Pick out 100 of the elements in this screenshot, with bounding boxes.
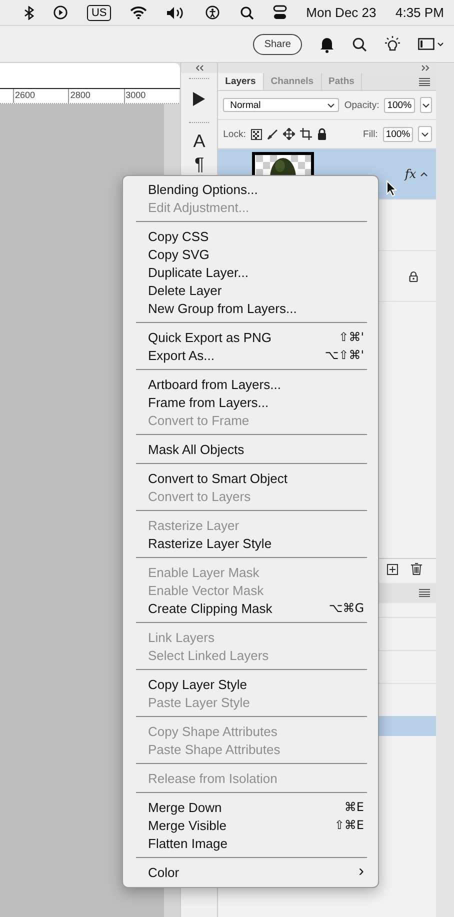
menu-item[interactable]: Frame from Layers... <box>123 393 378 411</box>
blend-mode-dropdown[interactable]: Normal <box>223 98 340 112</box>
share-button[interactable]: Share <box>253 34 302 54</box>
caret-icon <box>422 102 430 108</box>
collapse-icon[interactable] <box>194 65 204 71</box>
opacity-dropdown[interactable] <box>420 97 432 113</box>
menu-item[interactable]: New Group from Layers... <box>123 299 378 317</box>
menu-item-label: Paste Shape Attributes <box>148 742 282 756</box>
menu-item-label: Edit Adjustment... <box>148 200 250 214</box>
menu-bar-date[interactable]: Mon Dec 23 <box>306 5 376 20</box>
menu-item-label: Select Linked Layers <box>148 648 270 662</box>
menu-item-label: Merge Visible <box>148 818 228 832</box>
effects-badge[interactable]: fx <box>404 167 416 181</box>
panel-tab[interactable]: Layers <box>218 73 264 90</box>
menu-item[interactable]: Rasterize Layer Style <box>123 534 378 552</box>
menu-item[interactable]: Export As... ⌥⇧⌘' <box>123 346 378 364</box>
menu-item[interactable]: Convert to Smart Object <box>123 469 378 487</box>
menu-item-label: Convert to Layers <box>148 488 252 504</box>
menu-item[interactable]: Merge Down ⌘E <box>123 798 378 816</box>
menu-item-label: Duplicate Layer... <box>148 264 250 280</box>
menu-item[interactable]: Delete Layer <box>123 281 378 299</box>
menu-item-label: Copy Shape Attributes <box>148 724 278 738</box>
menu-item-label: Rasterize Layer <box>148 518 240 532</box>
lock-label: Lock: <box>223 128 246 140</box>
play-icon[interactable] <box>192 91 206 107</box>
menu-item[interactable]: Color › <box>123 863 378 881</box>
menu-icon[interactable] <box>419 589 430 597</box>
menu-item-label: Copy Layer Style <box>148 676 248 692</box>
trash-icon[interactable] <box>411 563 422 575</box>
menu-item[interactable]: Artboard from Layers... <box>123 375 378 393</box>
workspace-icon[interactable] <box>418 38 444 50</box>
caret-icon[interactable] <box>420 172 428 176</box>
menu-item-label: Rasterize Layer Style <box>148 536 273 550</box>
menu-item-label: Color <box>148 864 180 880</box>
menu-item-label: Quick Export as PNG <box>148 330 273 344</box>
caret-icon <box>327 102 336 108</box>
menu-item-label: Copy CSS <box>148 228 210 244</box>
crop-icon[interactable] <box>300 128 312 140</box>
tool-button[interactable]: A <box>193 131 206 151</box>
keyboard-shortcut: ⌘E <box>344 800 364 814</box>
bell-icon[interactable] <box>319 36 335 52</box>
menu-item-label: Export As... <box>148 348 216 362</box>
menu-item-label: Mask All Objects <box>148 442 246 456</box>
ruler-label: 2800 <box>68 89 124 103</box>
menu-item-label: New Group from Layers... <box>148 300 298 316</box>
menu-item-label: Enable Layer Mask <box>148 564 260 580</box>
mouse-pointer-icon <box>386 180 397 197</box>
keyboard-shortcut: ⇧⌘' <box>338 330 364 344</box>
brush-icon[interactable] <box>266 128 278 140</box>
new-layer-icon[interactable] <box>387 564 398 574</box>
lock-icon <box>409 270 418 282</box>
menu-item[interactable]: Copy SVG <box>123 245 378 263</box>
menu-item[interactable]: Copy CSS <box>123 227 378 245</box>
menu-item-label: Paste Layer Style <box>148 694 251 710</box>
menu-item-label: Flatten Image <box>148 836 228 850</box>
menu-icon[interactable] <box>419 78 430 86</box>
menu-item[interactable]: Merge Visible ⇧⌘E <box>123 816 378 834</box>
lock-icon[interactable] <box>316 128 327 140</box>
move-icon[interactable] <box>282 128 295 140</box>
menu-item-label: Release from Isolation <box>148 770 278 786</box>
lightbulb-icon[interactable] <box>384 36 401 52</box>
keyboard-input-menu[interactable]: US <box>87 4 111 20</box>
menu-bar-time[interactable]: 4:35 PM <box>395 5 444 20</box>
wifi-icon[interactable] <box>130 6 147 19</box>
menu-item-label: Create Clipping Mask <box>148 600 274 616</box>
ruler-label: 2600 <box>13 89 68 103</box>
keyboard-shortcut: ⌥⌘G <box>328 601 364 615</box>
menu-item[interactable]: Copy Layer Style <box>123 675 378 693</box>
menu-item[interactable]: Create Clipping Mask ⌥⌘G <box>123 599 378 617</box>
menu-item-label: Link Layers <box>148 630 216 644</box>
submenu-arrow: › <box>358 863 364 881</box>
menu-item-label: Delete Layer <box>148 282 223 298</box>
play-circle-icon[interactable] <box>53 5 68 20</box>
lock-transparency-icon[interactable] <box>250 128 262 140</box>
menu-item-label: Merge Down <box>148 800 223 814</box>
opacity-field[interactable]: 100% <box>384 98 415 112</box>
menu-item[interactable]: Flatten Image <box>123 834 378 852</box>
fill-field[interactable]: 100% <box>382 126 414 142</box>
keyboard-shortcut: ⇧⌘E <box>334 818 364 832</box>
menu-item-label: Convert to Frame <box>148 412 250 428</box>
menu-item[interactable]: Duplicate Layer... <box>123 263 378 281</box>
menu-item[interactable]: Quick Export as PNG ⇧⌘' <box>123 328 378 346</box>
tool-button[interactable]: ¶ <box>194 154 204 174</box>
expand-icon[interactable] <box>421 65 430 71</box>
search-icon[interactable] <box>352 36 367 52</box>
accessibility-icon[interactable] <box>205 5 220 20</box>
fill-dropdown[interactable] <box>418 126 432 142</box>
menu-item-label: Enable Vector Mask <box>148 582 265 598</box>
menu-item-label: Convert to Smart Object <box>148 470 288 486</box>
menu-item-label: Artboard from Layers... <box>148 376 282 392</box>
caret-icon <box>421 132 430 136</box>
fill-label: Fill: <box>363 128 378 140</box>
opacity-label: Opacity: <box>344 100 380 110</box>
bluetooth-icon[interactable] <box>24 6 34 20</box>
menu-item-label: Copy SVG <box>148 246 210 262</box>
menu-item-label: Frame from Layers... <box>148 394 270 410</box>
ruler-label: 3000 <box>124 89 179 103</box>
search-icon[interactable] <box>240 6 254 20</box>
menu-item[interactable]: Mask All Objects <box>123 440 378 458</box>
control-center-icon[interactable] <box>272 5 287 20</box>
